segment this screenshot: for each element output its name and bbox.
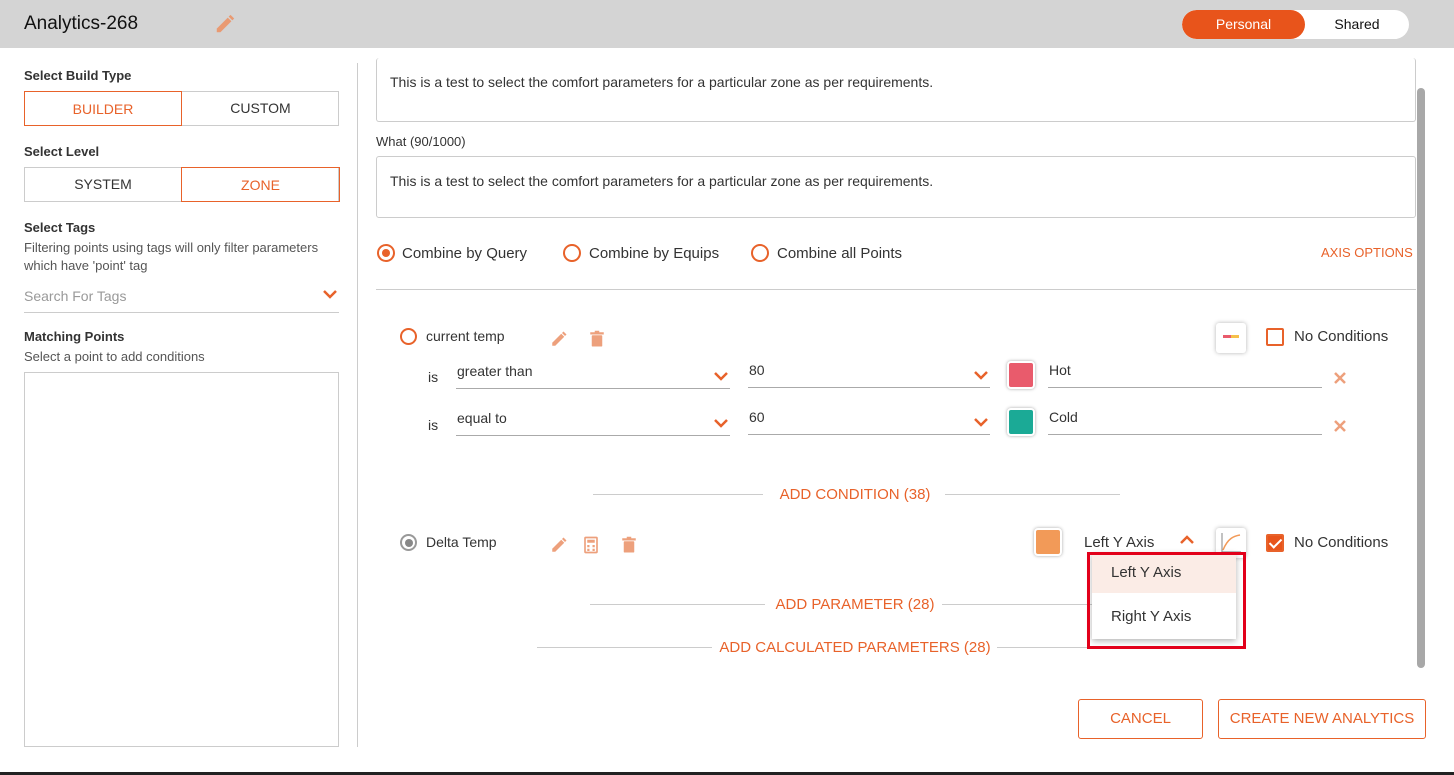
condition-operator-value: equal to xyxy=(457,410,507,426)
condition-is-label: is xyxy=(428,369,439,385)
chevron-up-icon[interactable] xyxy=(1180,535,1194,545)
calculator-icon[interactable] xyxy=(582,536,600,554)
page-title: Analytics-268 xyxy=(24,13,139,34)
add-calculated-parameters-button[interactable]: ADD CALCULATED PARAMETERS (28) xyxy=(716,639,994,656)
chevron-down-icon[interactable] xyxy=(323,289,337,299)
chevron-down-icon xyxy=(714,372,728,381)
condition-operator-value: greater than xyxy=(457,363,533,379)
matching-points-label: Matching Points xyxy=(24,329,125,344)
level-label: Select Level xyxy=(24,144,100,159)
condition-operator-select[interactable]: greater than xyxy=(456,363,730,389)
pencil-icon[interactable] xyxy=(550,536,568,554)
level-zone[interactable]: ZONE xyxy=(181,167,340,202)
combine-all-label: Combine all Points xyxy=(777,245,903,262)
axis-option-left[interactable]: Left Y Axis xyxy=(1092,553,1236,593)
trash-icon[interactable] xyxy=(588,330,606,348)
chart-style-icon xyxy=(1223,335,1239,338)
condition-label-value: Hot xyxy=(1049,362,1071,378)
no-conditions-checkbox-1[interactable] xyxy=(1266,328,1284,346)
chevron-down-icon xyxy=(714,419,728,428)
condition-color-swatch[interactable] xyxy=(1007,408,1035,436)
axis-options-link[interactable]: AXIS OPTIONS xyxy=(1321,245,1413,260)
trash-icon[interactable] xyxy=(620,536,638,554)
add-condition-button[interactable]: ADD CONDITION (38) xyxy=(770,486,940,503)
condition-value-select[interactable]: 60 xyxy=(748,409,990,435)
tags-search xyxy=(24,283,339,313)
chart-type-button[interactable] xyxy=(1216,323,1246,353)
tags-label: Select Tags xyxy=(24,220,96,235)
visibility-toggle: Personal Shared xyxy=(1182,10,1409,39)
combine-equips-label: Combine by Equips xyxy=(589,245,720,262)
param-delta-temp-name: Delta Temp xyxy=(426,534,497,550)
close-icon[interactable] xyxy=(1333,419,1347,433)
cancel-button[interactable]: CANCEL xyxy=(1078,699,1203,739)
combine-all-radio[interactable] xyxy=(751,244,769,262)
build-type-selector: BUILDER CUSTOM xyxy=(24,91,339,126)
condition-value-select[interactable]: 80 xyxy=(748,362,990,388)
panel-divider xyxy=(357,63,358,747)
chevron-down-icon xyxy=(974,371,988,380)
condition-value: 80 xyxy=(749,362,765,378)
combine-equips-radio[interactable] xyxy=(563,244,581,262)
no-conditions-label-2: No Conditions xyxy=(1294,534,1389,551)
matching-points-help: Select a point to add conditions xyxy=(24,349,205,364)
create-analytics-button[interactable]: CREATE NEW ANALYTICS xyxy=(1218,699,1426,739)
condition-label-value: Cold xyxy=(1049,409,1078,425)
axis-option-right[interactable]: Right Y Axis xyxy=(1092,597,1236,637)
no-conditions-label-1: No Conditions xyxy=(1294,328,1389,345)
build-type-label: Select Build Type xyxy=(24,68,132,83)
divider-line xyxy=(942,604,1092,605)
axis-dropdown-menu: Left Y Axis Right Y Axis xyxy=(1092,553,1236,639)
level-selector: SYSTEM ZONE xyxy=(24,167,340,202)
scrollbar[interactable] xyxy=(1417,88,1425,668)
pencil-icon[interactable] xyxy=(214,13,236,35)
param-current-temp-name: current temp xyxy=(426,328,505,344)
what-textarea[interactable]: This is a test to select the comfort par… xyxy=(376,156,1416,218)
combine-query-label: Combine by Query xyxy=(402,245,528,262)
divider-line xyxy=(593,494,763,495)
toggle-personal[interactable]: Personal xyxy=(1182,10,1305,39)
level-system[interactable]: SYSTEM xyxy=(24,167,182,202)
condition-color-swatch[interactable] xyxy=(1007,361,1035,389)
chevron-down-icon xyxy=(974,418,988,427)
condition-operator-select[interactable]: equal to xyxy=(456,410,730,436)
app-header: Analytics-268 Personal Shared xyxy=(0,0,1454,48)
combine-query-radio[interactable] xyxy=(377,244,395,262)
condition-value: 60 xyxy=(749,409,765,425)
axis-select[interactable]: Left Y Axis xyxy=(1084,534,1154,551)
param-current-temp-radio[interactable] xyxy=(400,328,417,345)
no-conditions-checkbox-2[interactable] xyxy=(1266,534,1284,552)
toggle-shared[interactable]: Shared xyxy=(1305,10,1409,39)
close-icon[interactable] xyxy=(1333,371,1347,385)
what-label: What (90/1000) xyxy=(376,134,466,149)
section-divider xyxy=(376,289,1416,290)
param-color-swatch[interactable] xyxy=(1034,528,1062,556)
param-delta-temp-radio[interactable] xyxy=(400,534,417,551)
condition-label-input[interactable]: Hot xyxy=(1048,362,1322,388)
why-textarea[interactable]: This is a test to select the comfort par… xyxy=(376,58,1416,122)
tags-help: Filtering points using tags will only fi… xyxy=(24,240,319,273)
build-type-builder[interactable]: BUILDER xyxy=(24,91,182,126)
matching-points-list[interactable] xyxy=(24,372,339,747)
divider-line xyxy=(945,494,1120,495)
pencil-icon[interactable] xyxy=(550,330,568,348)
divider-line xyxy=(590,604,765,605)
build-type-custom[interactable]: CUSTOM xyxy=(181,91,340,126)
condition-label-input[interactable]: Cold xyxy=(1048,409,1322,435)
add-parameter-button[interactable]: ADD PARAMETER (28) xyxy=(770,596,940,613)
divider-line xyxy=(997,647,1172,648)
divider-line xyxy=(537,647,712,648)
tags-search-input[interactable] xyxy=(24,283,304,309)
condition-is-label: is xyxy=(428,417,439,433)
